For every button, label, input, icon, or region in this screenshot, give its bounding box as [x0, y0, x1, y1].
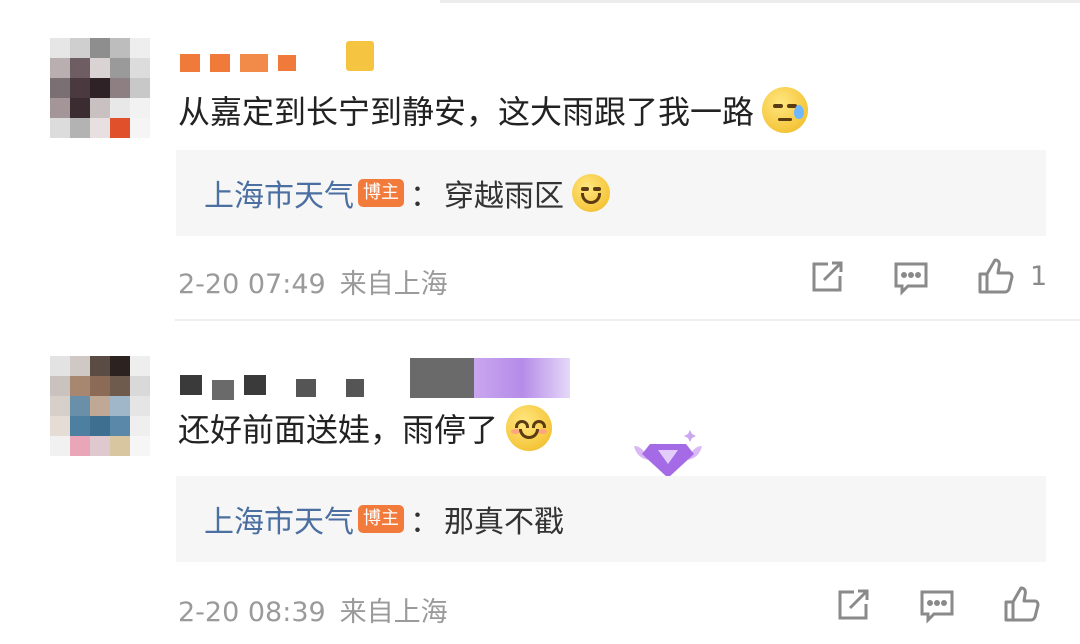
reply-text: 那真不戳	[444, 505, 564, 540]
comment-button[interactable]	[918, 586, 956, 624]
smile-emoji-icon	[506, 405, 553, 451]
blogger-badge: 博主	[358, 505, 404, 533]
reply-author[interactable]: 上海市天气	[204, 171, 354, 215]
comment-divider	[175, 319, 1080, 321]
laugh-cry-emoji-icon	[572, 174, 610, 212]
comment-text: 从嘉定到长宁到静安，这大雨跟了我一路	[178, 86, 809, 134]
comment-item: 还好前面送娃，雨停了 上海市天气 博主 ： 那真不戳 2-20 08:39 来自上…	[0, 322, 1080, 644]
reply-box[interactable]: 上海市天气 博主 ： 那真不戳	[176, 476, 1046, 562]
like-button[interactable]	[1002, 584, 1042, 624]
comment-meta: 2-20 08:39 来自上海	[178, 590, 448, 629]
level-badge-icon	[346, 41, 374, 71]
reply-colon: ：	[410, 179, 440, 214]
repost-icon	[812, 261, 843, 292]
comment-meta: 2-20 07:49 来自上海	[178, 262, 448, 301]
like-button[interactable]: 1	[976, 256, 1047, 296]
comment-source: 来自上海	[339, 269, 448, 300]
comment-icon	[920, 590, 954, 624]
like-icon	[978, 258, 1014, 294]
repost-button[interactable]	[808, 258, 846, 296]
comment-icon	[894, 262, 928, 296]
repost-icon	[838, 589, 869, 620]
comment-text: 还好前面送娃，雨停了	[178, 402, 553, 454]
like-icon	[1004, 586, 1040, 622]
username-pixelated[interactable]	[180, 356, 570, 400]
comment-time: 2-20 08:39	[178, 597, 326, 628]
sleepy-sweat-emoji-icon	[762, 87, 809, 133]
reply-author[interactable]: 上海市天气	[204, 497, 354, 541]
blogger-badge: 博主	[358, 179, 404, 207]
purple-gem-badge-icon	[634, 430, 702, 478]
reply-text: 穿越雨区	[444, 179, 564, 214]
like-count: 1	[1030, 260, 1048, 292]
reply-box[interactable]: 上海市天气 博主 ： 穿越雨区	[176, 150, 1046, 236]
comment-time: 2-20 07:49	[178, 269, 326, 300]
username-pixelated[interactable]	[180, 40, 374, 72]
comment-source: 来自上海	[339, 597, 448, 628]
repost-button[interactable]	[834, 586, 872, 624]
reply-colon: ：	[410, 505, 440, 540]
comment-button[interactable]	[892, 258, 930, 296]
comment-item: 从嘉定到长宁到静安，这大雨跟了我一路 上海市天气 博主 ： 穿越雨区 2-20 …	[0, 0, 1080, 320]
avatar[interactable]	[50, 356, 150, 456]
avatar[interactable]	[50, 38, 150, 138]
